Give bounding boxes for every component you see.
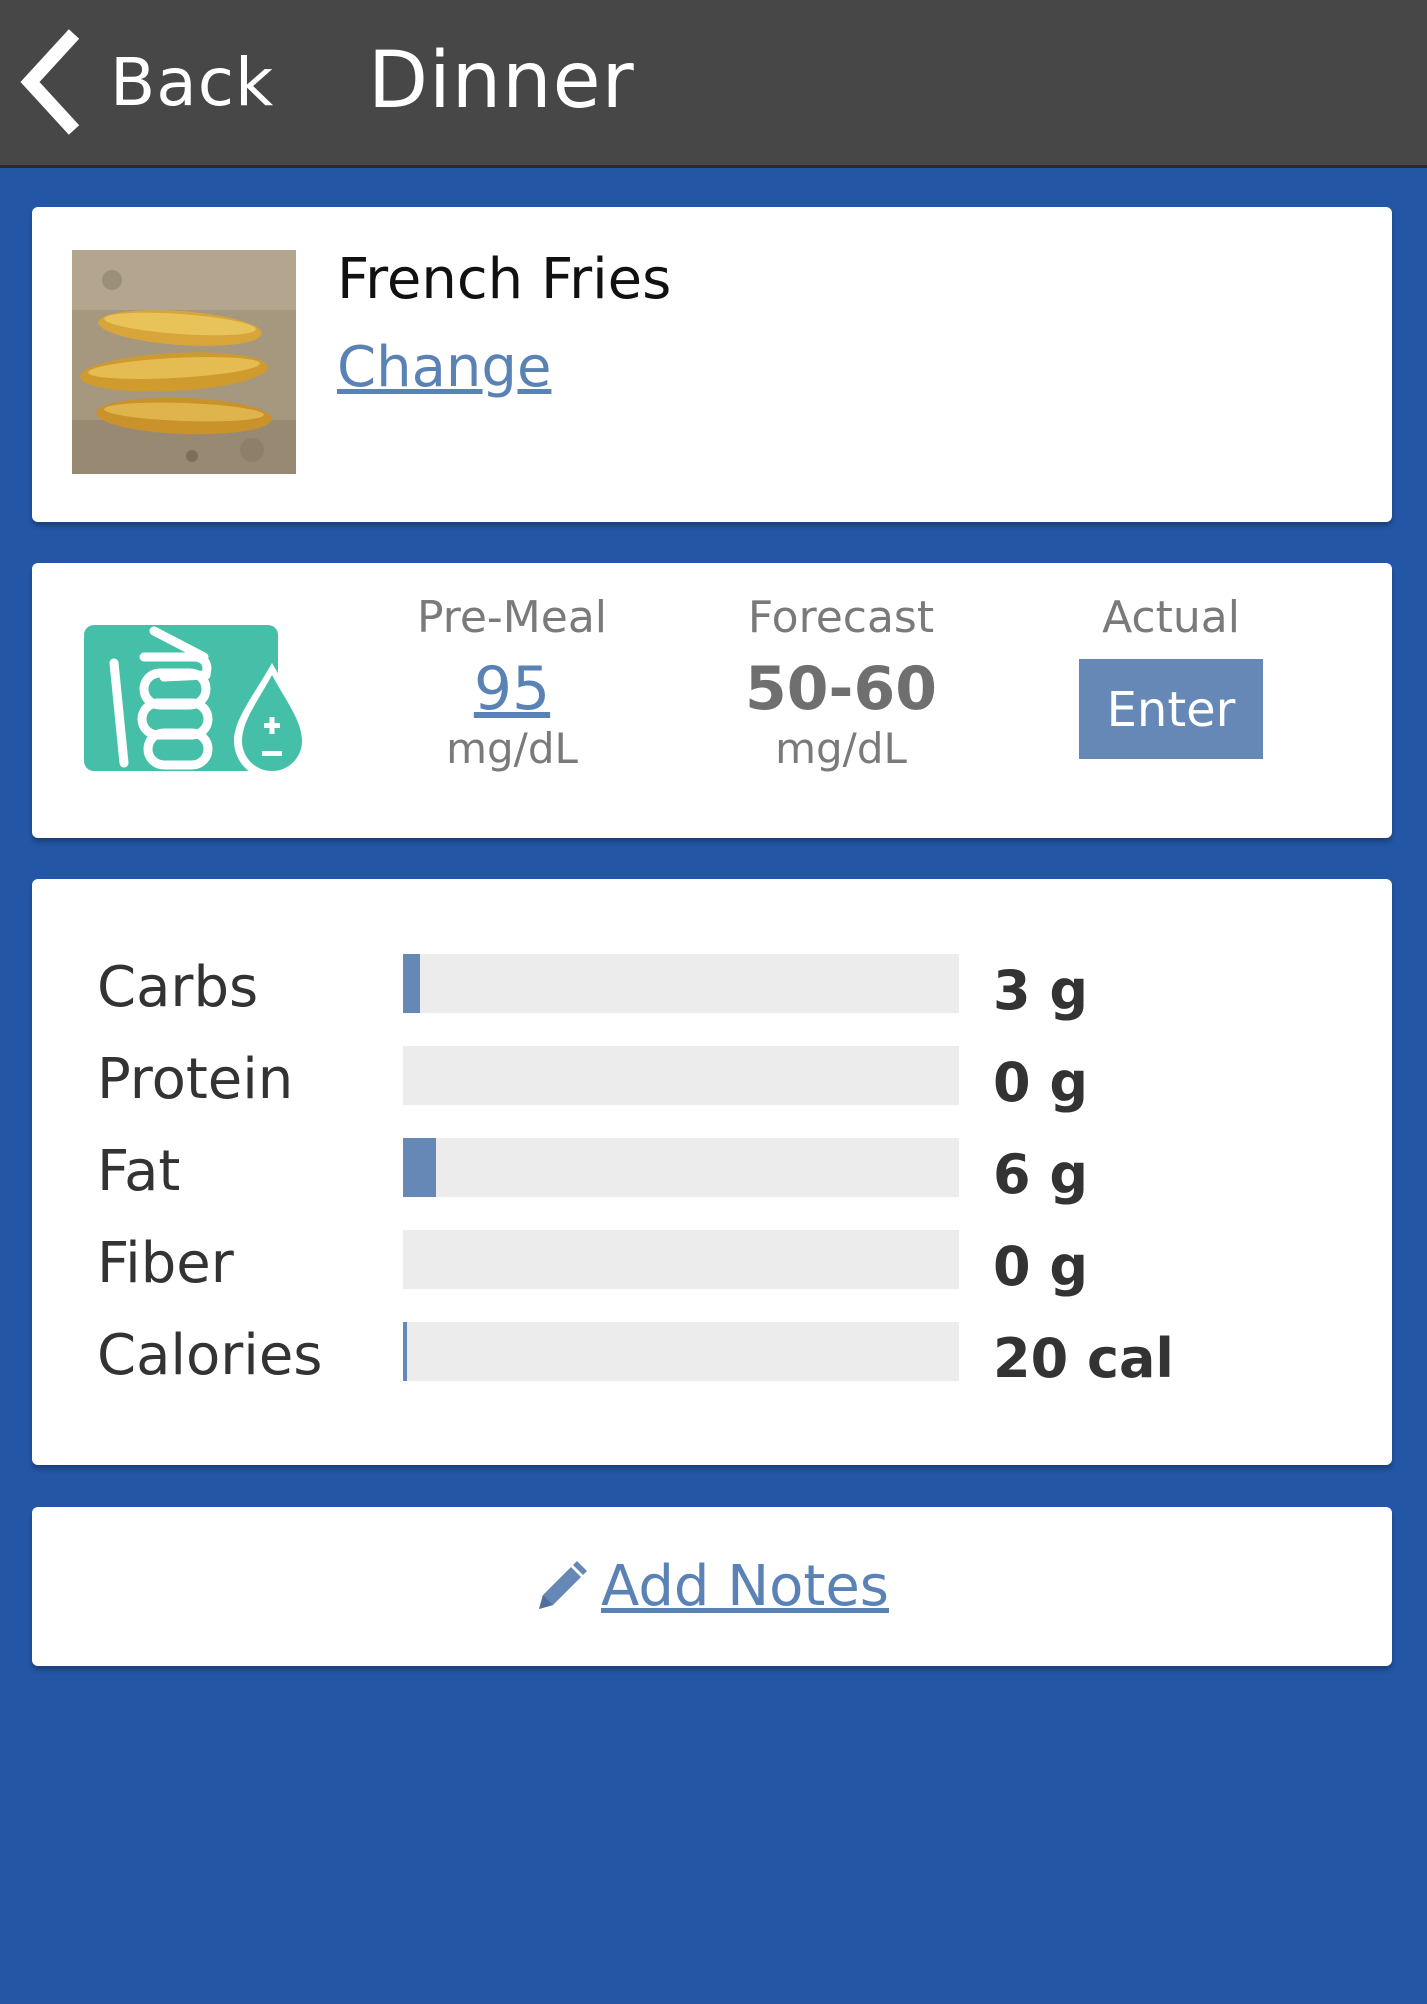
nutrition-card: Carbs 3 g Protein 0 g Fat 6 g Fiber 0 g … bbox=[32, 879, 1392, 1465]
header-bar: Back Dinner bbox=[0, 0, 1427, 168]
food-card: French Fries Change bbox=[32, 207, 1392, 522]
nutrient-value: 20 cal bbox=[993, 1327, 1174, 1390]
change-food-link[interactable]: Change bbox=[337, 335, 551, 400]
nutrition-row-fat: Fat 6 g bbox=[32, 1125, 1392, 1217]
nutrient-bar-track bbox=[403, 1322, 959, 1381]
forecast-unit: mg/dL bbox=[775, 724, 907, 773]
nutrient-label: Fat bbox=[97, 1139, 181, 1204]
pre-meal-column: Pre-Meal 95 mg/dL bbox=[362, 589, 662, 773]
back-button[interactable]: Back bbox=[18, 22, 274, 142]
nutrient-label: Calories bbox=[97, 1323, 323, 1388]
nutrient-bar-fill bbox=[403, 954, 420, 1013]
nutrient-label: Fiber bbox=[97, 1231, 234, 1296]
glucose-card: Pre-Meal 95 mg/dL Forecast 50-60 mg/dL A… bbox=[32, 563, 1392, 838]
nutrient-bar-track bbox=[403, 1138, 959, 1197]
nutrition-row-carbs: Carbs 3 g bbox=[32, 941, 1392, 1033]
forecast-value: 50-60 bbox=[745, 654, 937, 724]
nutrient-bar-fill bbox=[403, 1138, 436, 1197]
notes-card: Add Notes bbox=[32, 1507, 1392, 1666]
chevron-left-icon bbox=[20, 29, 80, 135]
actual-label: Actual bbox=[1102, 592, 1240, 643]
nutrient-value: 6 g bbox=[993, 1143, 1089, 1206]
enter-actual-button[interactable]: Enter bbox=[1079, 659, 1263, 759]
nutrient-label: Protein bbox=[97, 1047, 294, 1112]
add-notes-label: Add Notes bbox=[601, 1554, 889, 1619]
pencil-icon bbox=[539, 1560, 588, 1609]
pre-meal-value[interactable]: 95 bbox=[362, 653, 662, 725]
page-title: Dinner bbox=[368, 36, 635, 126]
back-label: Back bbox=[110, 43, 275, 121]
french-fries-photo bbox=[72, 250, 296, 474]
forecast-column: Forecast 50-60 mg/dL bbox=[691, 589, 991, 773]
nutrient-bar-fill bbox=[403, 1322, 407, 1381]
nutrient-label: Carbs bbox=[97, 955, 259, 1020]
nutrient-bar-track bbox=[403, 1230, 959, 1289]
nutrient-value: 0 g bbox=[993, 1235, 1089, 1298]
food-name: French Fries bbox=[337, 247, 672, 312]
nutrition-row-protein: Protein 0 g bbox=[32, 1033, 1392, 1125]
pre-meal-unit: mg/dL bbox=[446, 724, 578, 773]
actual-column: Actual Enter bbox=[1021, 589, 1321, 759]
nutrient-bar-track bbox=[403, 954, 959, 1013]
add-notes-button[interactable]: Add Notes bbox=[32, 1507, 1392, 1666]
pre-meal-label: Pre-Meal bbox=[416, 592, 608, 643]
forecast-label: Forecast bbox=[747, 592, 935, 643]
nutrition-row-calories: Calories 20 cal bbox=[32, 1309, 1392, 1401]
nutrient-value: 3 g bbox=[993, 959, 1089, 1022]
nutrient-value: 0 g bbox=[993, 1051, 1089, 1114]
nutrition-row-fiber: Fiber 0 g bbox=[32, 1217, 1392, 1309]
glucose-meter-icon bbox=[84, 625, 310, 773]
nutrient-bar-track bbox=[403, 1046, 959, 1105]
